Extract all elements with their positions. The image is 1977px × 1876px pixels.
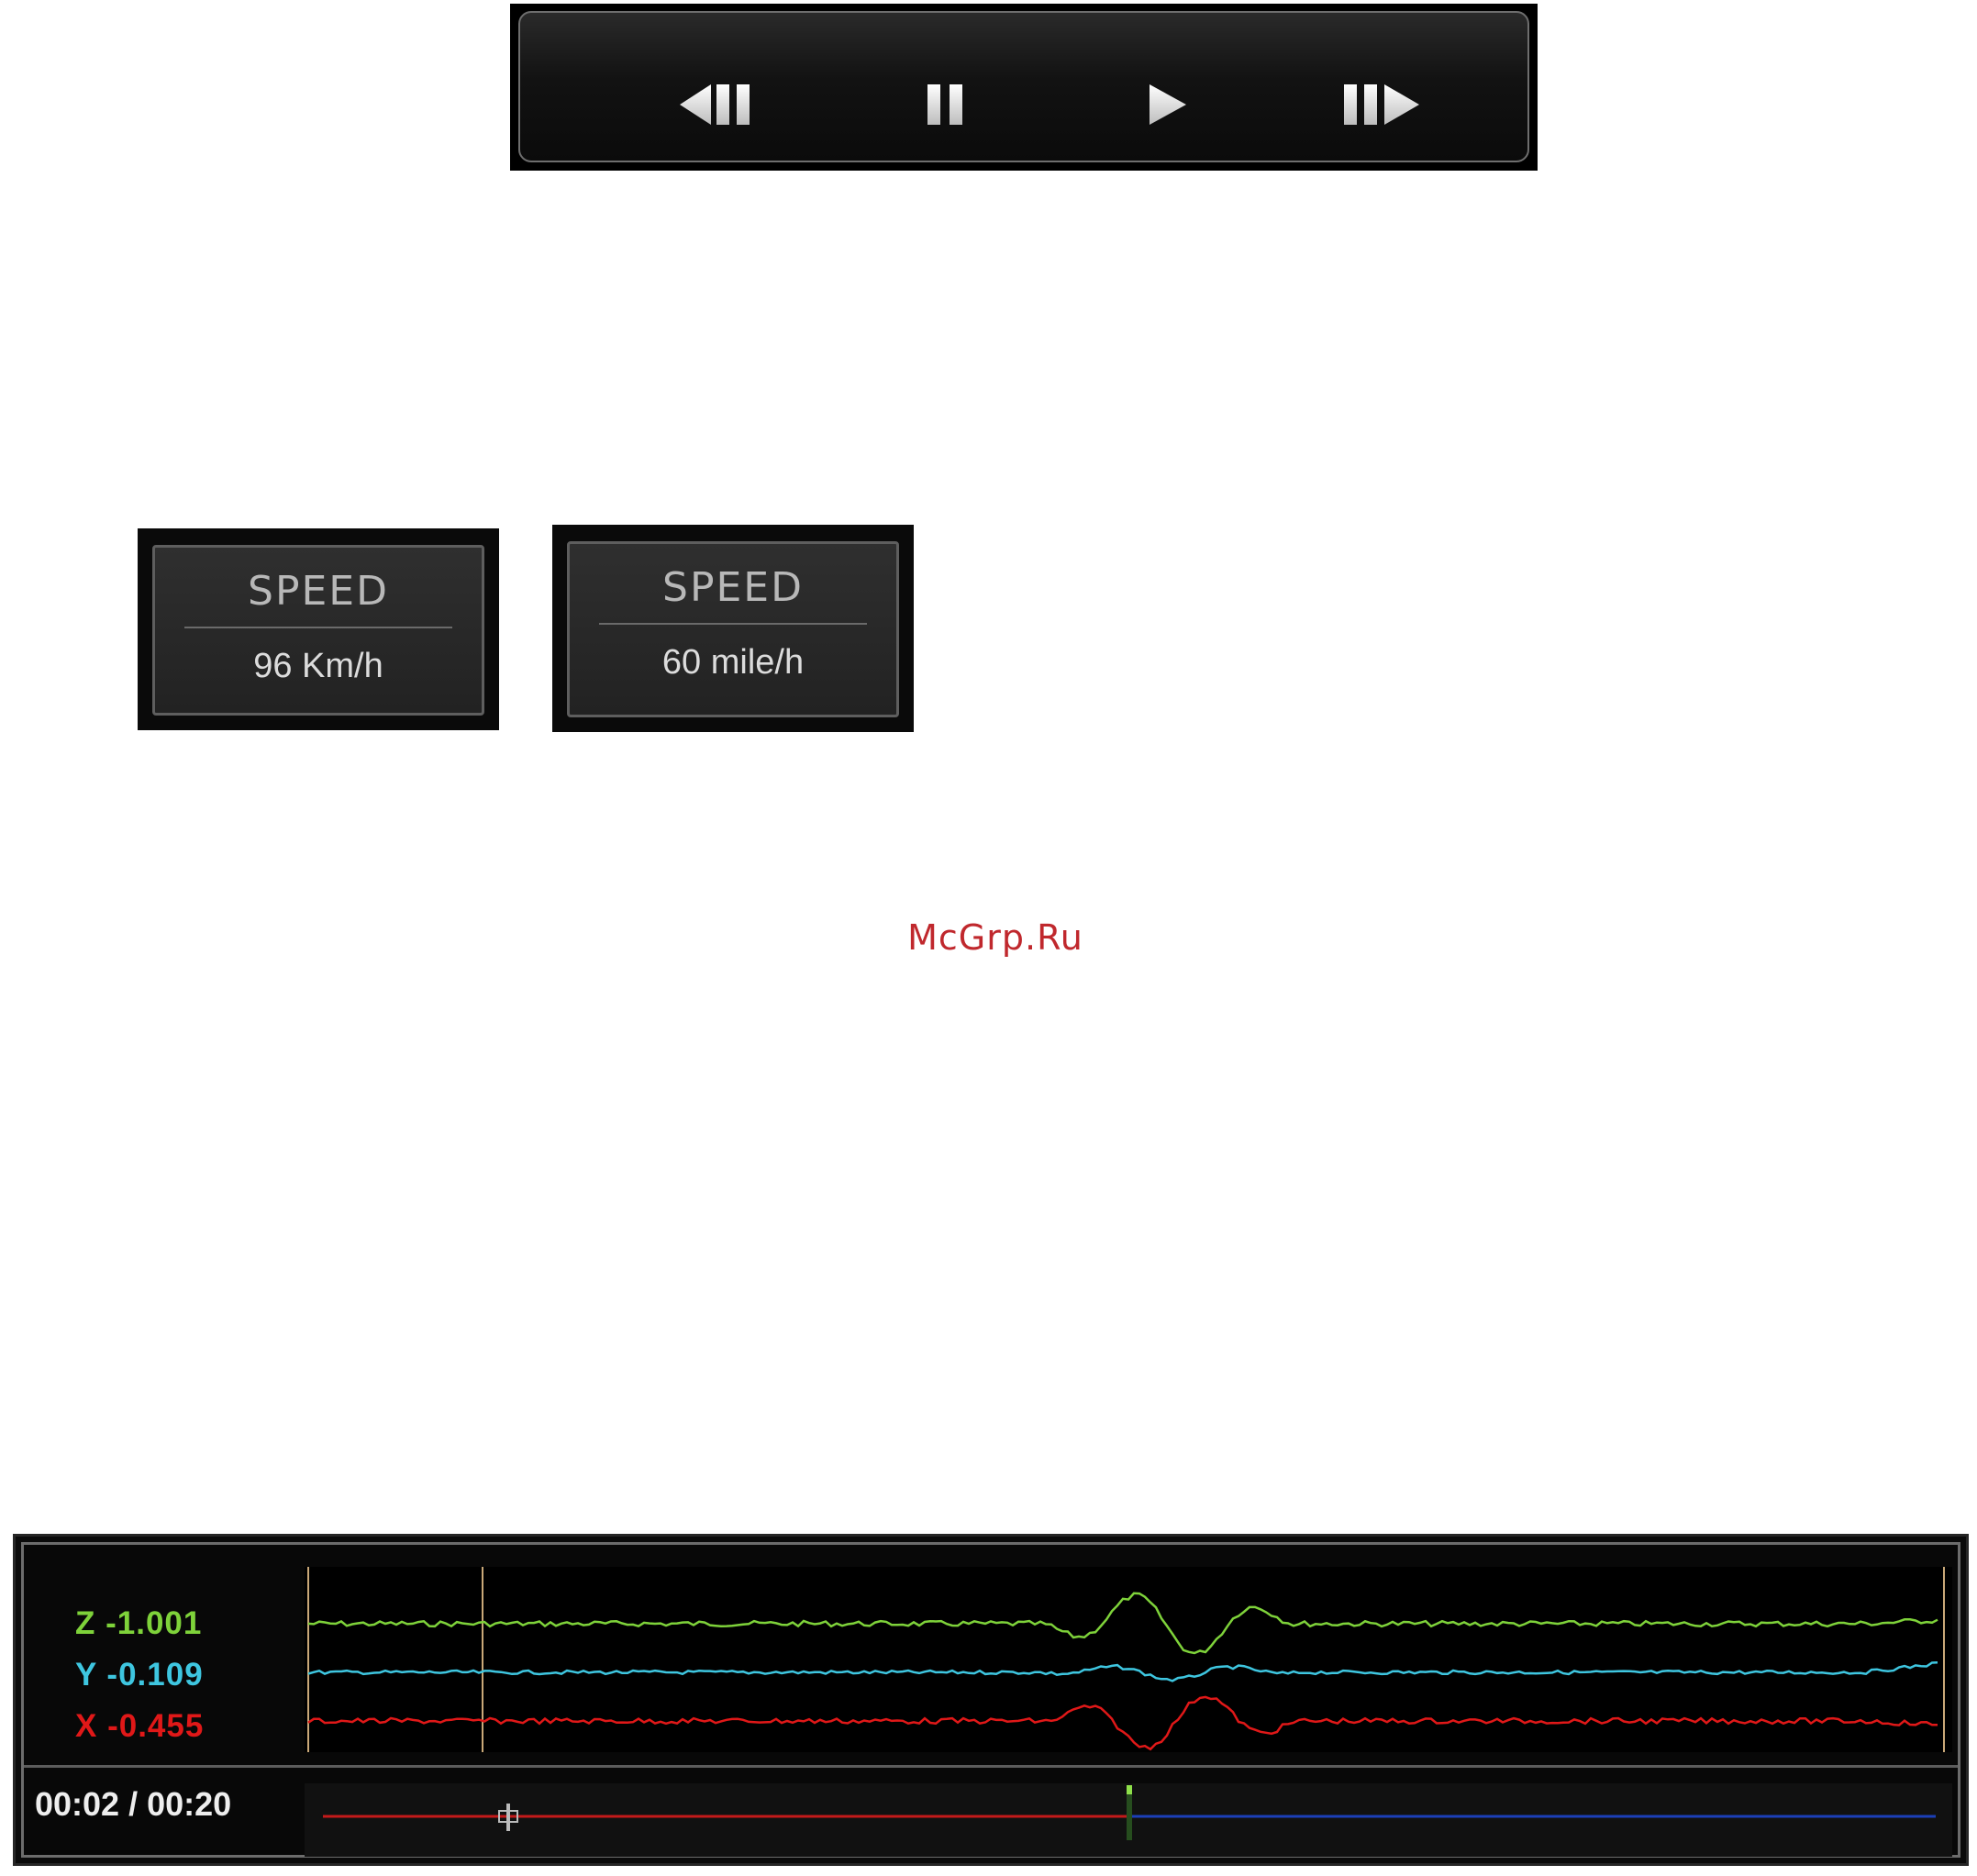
g-sensor-waveform	[307, 1567, 1945, 1752]
speed-value: 60 mile/h	[661, 643, 805, 682]
time-display: 00:02 / 00:20	[35, 1785, 232, 1823]
play-button[interactable]	[1113, 63, 1223, 146]
g-sensor-graph	[305, 1567, 1952, 1752]
speed-box-kmh: SPEED 96 Km/h	[138, 528, 499, 730]
pause-icon	[927, 84, 962, 125]
timeline-bar	[323, 1785, 1936, 1840]
step-back-icon	[680, 84, 750, 125]
speed-box-panel: SPEED 96 Km/h	[152, 545, 484, 716]
g-sensor-panel: Z -1.001 Y -0.109 X -0.455 00:02 / 00:20	[13, 1534, 1969, 1866]
panel-divider	[24, 1765, 1958, 1768]
speed-label: SPEED	[248, 568, 389, 615]
y-axis-line	[307, 1660, 1938, 1682]
step-forward-button[interactable]	[1327, 63, 1438, 146]
speed-box-panel: SPEED 60 mile/h	[567, 541, 899, 717]
speed-divider	[184, 627, 452, 628]
playback-toolbar	[510, 4, 1538, 171]
timeline-track[interactable]	[305, 1783, 1952, 1857]
speed-label: SPEED	[662, 564, 804, 611]
z-axis-readout: Z -1.001	[75, 1605, 203, 1641]
speed-value: 96 Km/h	[253, 647, 383, 685]
timeline-playhead[interactable]	[1127, 1785, 1132, 1840]
playback-toolbar-panel	[518, 11, 1529, 162]
x-axis-readout: X -0.455	[75, 1708, 205, 1744]
g-sensor-frame: Z -1.001 Y -0.109 X -0.455 00:02 / 00:20	[21, 1542, 1960, 1858]
speed-divider	[599, 623, 867, 625]
pause-button[interactable]	[893, 63, 1003, 146]
step-forward-icon	[1344, 84, 1419, 125]
y-axis-readout: Y -0.109	[75, 1657, 204, 1693]
play-icon	[1150, 84, 1186, 125]
z-axis-line	[307, 1592, 1938, 1655]
watermark: McGrp.Ru	[907, 917, 1083, 958]
step-back-button[interactable]	[669, 63, 779, 146]
x-axis-line	[307, 1695, 1938, 1751]
speed-box-mph: SPEED 60 mile/h	[552, 525, 914, 732]
